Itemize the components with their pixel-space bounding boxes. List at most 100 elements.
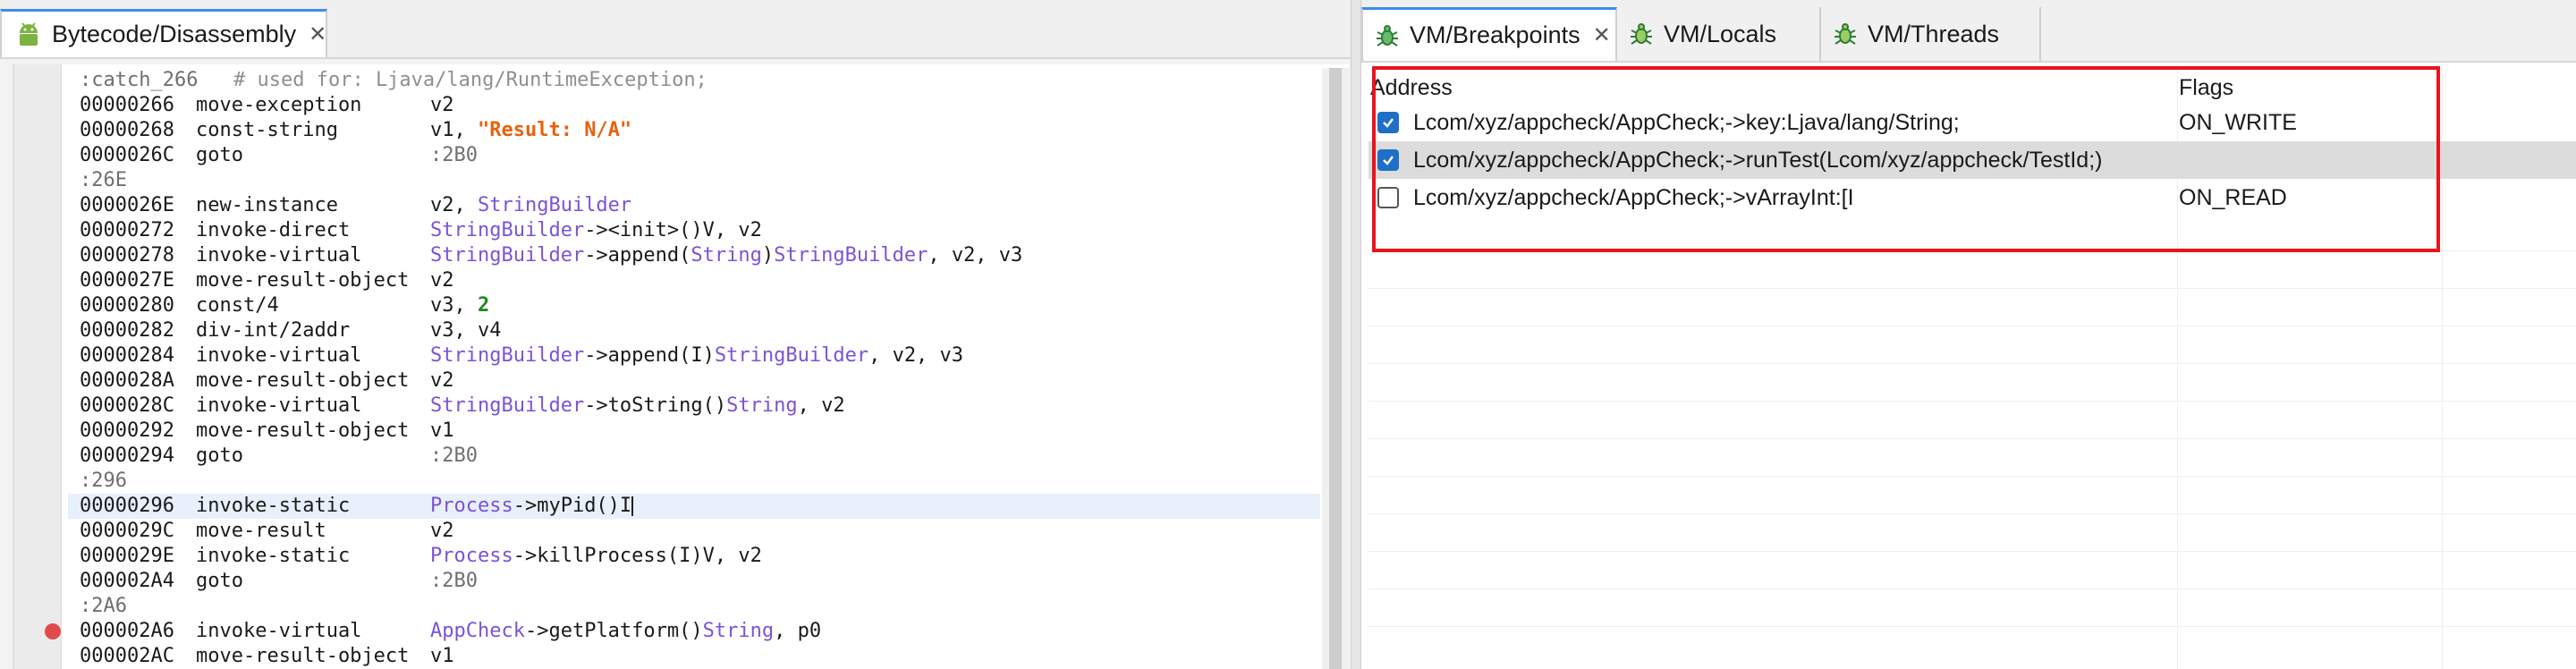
code-opcode: invoke-virtual [196,244,362,267]
code-token: StringBuilder [430,219,585,241]
column-header-address[interactable]: Address [1370,72,1453,104]
row-line [1368,438,2576,439]
code-arguments: StringBuilder->append(String)StringBuild… [430,243,1022,268]
code-line[interactable]: 0000028C invoke-virtual StringBuilder->toS… [68,394,1320,419]
code-address: 0000026C [80,144,174,166]
checkbox-checked[interactable] [1377,149,1399,171]
code-label: :26E [80,169,127,191]
code-opcode: const/4 [196,294,279,317]
row-line [1368,513,2576,514]
code-token: v3, [430,294,478,317]
code-token: StringBuilder [477,194,632,216]
code-opcode: move-exception [196,94,362,116]
breakpoint-marker-icon[interactable] [45,623,61,639]
checkbox-checked[interactable] [1377,112,1399,133]
code-arguments: Process->killProcess(I)V, v2 [430,544,762,569]
code-line[interactable]: 0000027E move-result-object v2 [68,268,1320,293]
code-token: ->append(I) [584,344,715,367]
code-token: StringBuilder [430,244,585,267]
code-address: 0000028C [80,394,174,417]
code-line[interactable]: :296 [68,469,1320,494]
code-token: String [691,244,762,267]
code-token: , v2, v3 [928,244,1023,267]
code-opcode: move-result [196,520,326,542]
vertical-scrollbar[interactable] [1322,68,1349,669]
code-line[interactable]: 00000282 div-int/2addr v3, v4 [68,318,1320,343]
code-line[interactable]: 0000029E invoke-static Process->killProces… [68,544,1320,569]
code-line[interactable]: :2A6 [68,594,1320,619]
table-row[interactable]: Lcom/xyz/appcheck/AppCheck;->runTest(Lco… [1368,141,2576,179]
code-arguments: :2B0 [430,569,478,594]
code-token: Process [430,495,513,517]
code-line[interactable]: 0000028A move-result-object v2 [68,368,1320,394]
code-line[interactable]: 000002AC move-result-object v1 [68,644,1320,669]
tab-title: Bytecode/Disassembly [52,21,297,47]
code-token: v3, v4 [430,319,502,342]
code-address: 00000268 [80,119,174,141]
tab-vm-breakpoints[interactable]: VM/Breakpoints ✕ [1361,7,1617,61]
code-token: ->append( [584,244,691,267]
close-icon[interactable]: ✕ [309,21,326,47]
code-arguments: :2B0 [430,444,478,469]
bug-icon [1832,21,1859,47]
code-opcode: new-instance [196,194,338,216]
code-address: 0000027E [80,269,174,292]
code-line[interactable]: :catch_266 # used for: Ljava/lang/Runtime… [68,68,1320,93]
code-token: v1 [430,645,454,667]
code-opcode: move-result-object [196,645,410,667]
scrollbar-thumb[interactable] [1329,68,1342,669]
code-token: v2 [430,520,454,542]
row-line [1368,288,2576,289]
code-line[interactable]: 000002A4 goto:2B0 [68,569,1320,594]
column-header-flags[interactable]: Flags [2179,72,2233,104]
code-line[interactable]: 0000029C move-result v2 [68,519,1320,544]
code-line[interactable]: 00000284 invoke-virtual StringBuilder->app… [68,343,1320,368]
code-token: StringBuilder [774,244,928,267]
code-opcode: const-string [196,119,338,141]
code-editor[interactable]: :catch_266 # used for: Ljava/lang/Runtime… [13,64,1349,669]
row-line [1368,551,2576,552]
code-line[interactable]: 0000026C goto:2B0 [68,143,1320,168]
code-label: :296 [80,470,127,492]
code-label: :2A6 [80,595,127,617]
breakpoint-flags: ON_READ [2179,185,2287,210]
panel-splitter[interactable] [1351,0,1361,669]
row-line [1368,626,2576,627]
code-opcode: move-result-object [196,269,410,292]
close-icon[interactable]: ✕ [1593,22,1611,48]
code-comment: # used for: Ljava/lang/RuntimeException; [233,69,708,91]
code-line[interactable]: 00000280 const/4 v3, 2 [68,293,1320,318]
code-line[interactable]: 00000266 move-exception v2 [68,93,1320,118]
code-line[interactable]: 0000026E new-instance v2, StringBuilder [68,193,1320,218]
code-line[interactable]: 00000272 invoke-direct StringBuilder-><ini… [68,218,1320,243]
tab-bytecode-disassembly[interactable]: Bytecode/Disassembly ✕ [0,9,327,57]
code-opcode: invoke-static [196,545,351,567]
code-line[interactable]: 000002A6 invoke-virtual AppCheck->getPlatf… [45,619,1320,644]
code-address: 000002AC [80,645,174,667]
code-arguments: v3, v4 [430,318,501,343]
code-address: 00000278 [80,244,174,267]
code-arguments: v2 [430,268,454,293]
tab-vm-locals[interactable]: VM/Locals [1617,7,1821,61]
code-line[interactable]: 00000294 goto:2B0 [68,444,1320,469]
code-line[interactable]: 00000268 const-string v1, "Result: N/A" [68,118,1320,143]
code-token: Process [430,545,513,567]
code-opcode: div-int/2addr [196,319,351,342]
disassembly-panel: Bytecode/Disassembly ✕ :catch_266 # used … [0,0,1351,669]
table-row[interactable]: Lcom/xyz/appcheck/AppCheck;->vArrayInt:[… [1368,179,2576,216]
breakpoint-gutter[interactable] [14,64,62,669]
table-row[interactable]: Lcom/xyz/appcheck/AppCheck;->key:Ljava/l… [1368,104,2576,141]
disassembly-tab-bar: Bytecode/Disassembly ✕ [0,0,1351,59]
code-opcode: goto [196,144,243,166]
code-line[interactable]: 00000296 invoke-static Process->myPid()I [68,494,1320,519]
code-arguments: v2 [430,519,454,544]
table-header: Address Flags [1368,72,2576,104]
bug-icon [1628,21,1655,47]
code-line[interactable]: 00000292 move-result-object v1 [68,419,1320,444]
code-token: ->myPid()I [513,495,632,517]
tab-vm-threads[interactable]: VM/Threads [1821,7,2041,61]
checkbox-unchecked[interactable] [1377,187,1399,208]
code-line[interactable]: 00000278 invoke-virtual StringBuilder->app… [68,243,1320,268]
code-token: AppCheck [430,620,525,642]
code-line[interactable]: :26E [68,168,1320,193]
